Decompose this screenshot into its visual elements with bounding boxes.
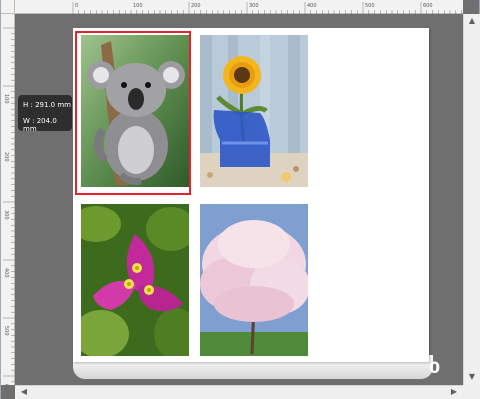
scroll-up-arrow-icon[interactable]: ▲	[465, 16, 479, 26]
ruler-label: 100	[3, 94, 9, 104]
paper-end-mark: 0	[429, 358, 441, 377]
vertical-scrollbar[interactable]: ▲ ▼	[463, 14, 480, 385]
ruler-corner	[1, 0, 15, 14]
vertical-ruler: 100 200 300 400 500 600	[1, 14, 15, 385]
ruler-label: 0	[75, 3, 78, 9]
tooltip-width: W : 204.0 mm	[23, 117, 57, 133]
photo-sunflower[interactable]	[200, 35, 308, 187]
ruler-label: 600	[423, 3, 433, 9]
ruler-label: 300	[249, 3, 259, 9]
ruler-label: 600	[3, 384, 9, 385]
ruler-label: 100	[133, 3, 143, 9]
scroll-down-arrow-icon[interactable]: ▼	[465, 372, 479, 382]
horizontal-scrollbar[interactable]: ◀ ▶	[15, 385, 463, 399]
selection-frame[interactable]	[75, 31, 191, 195]
scroll-left-arrow-icon[interactable]: ◀	[17, 387, 31, 397]
scrollbar-corner	[463, 385, 480, 399]
size-tooltip: H : 291.0 mm W : 204.0 mm	[18, 95, 72, 133]
photo-cherry-blossom-tree[interactable]	[200, 204, 308, 356]
ruler-label: 200	[3, 152, 9, 162]
horizontal-ruler: 0 100 200 300 400 500 600	[15, 0, 463, 14]
photo-bougainvillea[interactable]	[81, 204, 189, 356]
ruler-label: 200	[191, 3, 201, 9]
ruler-label: 500	[365, 3, 375, 9]
ruler-label: 500	[3, 326, 9, 336]
layout-window: 0 100 200 300 400 500 600 100 200 300 400 500 600 0	[0, 0, 480, 399]
ruler-label: 300	[3, 210, 9, 220]
tooltip-height: H : 291.0 mm	[23, 101, 71, 109]
ruler-label: 400	[3, 268, 9, 278]
scroll-right-arrow-icon[interactable]: ▶	[447, 387, 461, 397]
ruler-label: 400	[307, 3, 317, 9]
